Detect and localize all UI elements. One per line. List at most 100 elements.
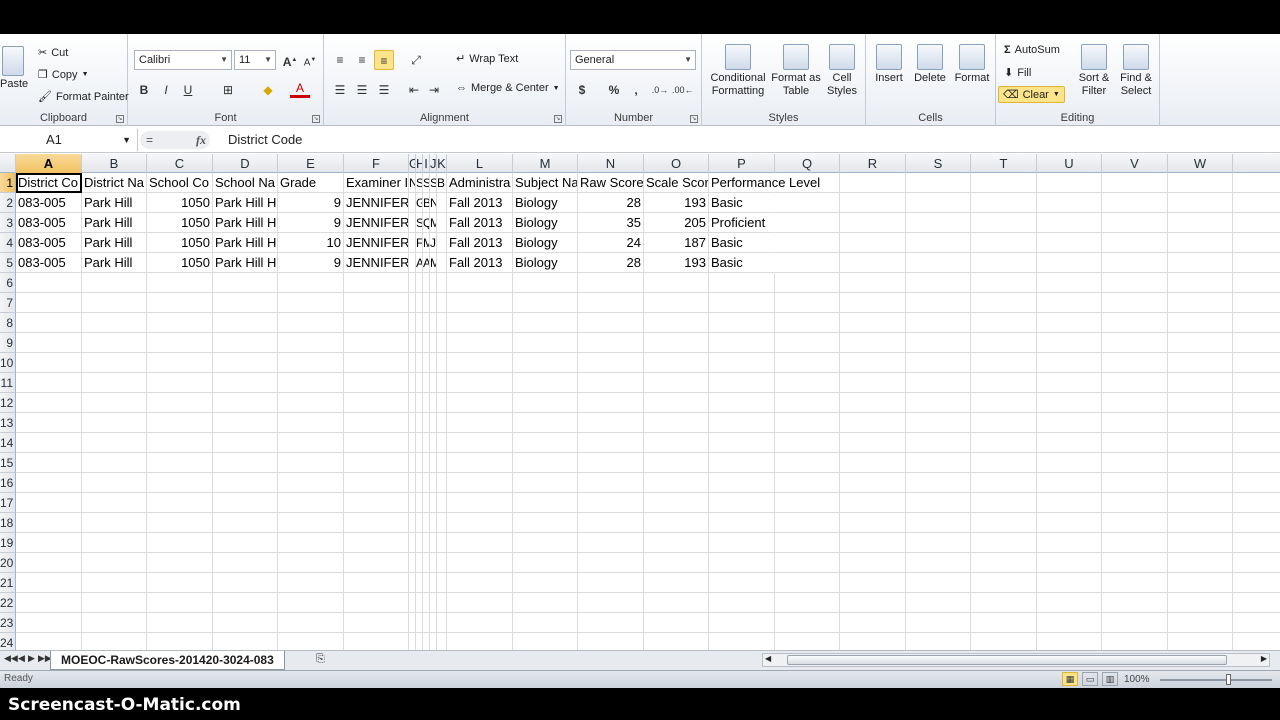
- data-cell[interactable]: Park Hill Hi: [213, 213, 278, 233]
- header-cell[interactable]: School Co: [147, 173, 213, 193]
- data-cell[interactable]: 083-005: [16, 213, 82, 233]
- header-cell[interactable]: B: [437, 173, 447, 193]
- clear-button[interactable]: ⌫ Clear ▼: [998, 86, 1065, 103]
- data-cell[interactable]: Park Hill Hi: [213, 193, 278, 213]
- column-header[interactable]: J: [430, 154, 437, 173]
- data-cell[interactable]: 083-005: [16, 193, 82, 213]
- zoom-slider[interactable]: [1160, 679, 1272, 681]
- font-size-select[interactable]: 11 ▼: [234, 50, 276, 70]
- data-cell[interactable]: 10: [278, 233, 344, 253]
- scroll-thumb[interactable]: [787, 655, 1227, 665]
- header-cell[interactable]: S: [423, 173, 430, 193]
- row-header[interactable]: 4: [0, 233, 16, 253]
- row-header[interactable]: 7: [0, 293, 16, 313]
- comma-button[interactable]: ,: [626, 80, 646, 100]
- fill-button[interactable]: ⬇ Fill: [1004, 66, 1031, 80]
- data-cell[interactable]: 9: [278, 253, 344, 273]
- row-header[interactable]: 1: [0, 173, 16, 193]
- data-cell[interactable]: G: [416, 193, 423, 213]
- data-cell[interactable]: M: [430, 213, 437, 233]
- data-cell[interactable]: Basic: [709, 233, 775, 253]
- data-cell[interactable]: Q: [423, 213, 430, 233]
- column-header[interactable]: W: [1168, 154, 1233, 173]
- worksheet-grid[interactable]: ABCDEFGHIJKLMNOPQRSTUVW 1234567891011121…: [0, 154, 1280, 650]
- row-header[interactable]: 11: [0, 373, 16, 393]
- decrease-decimal-icon[interactable]: .00←: [672, 80, 694, 100]
- data-cell[interactable]: 187: [644, 233, 709, 253]
- delete-button[interactable]: Delete: [910, 44, 950, 85]
- header-cell[interactable]: School Na: [213, 173, 278, 193]
- clipboard-launcher-icon[interactable]: ↘: [116, 115, 124, 123]
- horizontal-scrollbar[interactable]: ◀ ▶: [762, 653, 1270, 667]
- row-header[interactable]: 2: [0, 193, 16, 213]
- insert-function-button[interactable]: = fx: [140, 131, 210, 149]
- column-header[interactable]: K: [437, 154, 447, 173]
- data-cell[interactable]: Biology: [513, 253, 578, 273]
- page-layout-icon[interactable]: ▭: [1082, 672, 1098, 686]
- header-cell[interactable]: District Co: [16, 173, 82, 193]
- header-cell[interactable]: S: [430, 173, 437, 193]
- column-header[interactable]: L: [447, 154, 513, 173]
- select-all-corner[interactable]: [0, 154, 16, 173]
- next-sheet-icon[interactable]: ▶: [28, 653, 35, 664]
- sort-filter-button[interactable]: Sort & Filter: [1074, 44, 1114, 98]
- data-cell[interactable]: S: [416, 213, 423, 233]
- data-cell[interactable]: [437, 193, 447, 213]
- alignment-launcher-icon[interactable]: ↘: [554, 115, 562, 123]
- header-cell[interactable]: Examiner I: [344, 173, 409, 193]
- column-header[interactable]: N: [578, 154, 644, 173]
- data-cell[interactable]: Fall 2013: [447, 253, 513, 273]
- row-header[interactable]: 15: [0, 453, 16, 473]
- data-cell[interactable]: A: [416, 253, 423, 273]
- merge-center-button[interactable]: ⇔ Merge & Center ▼: [456, 82, 560, 94]
- first-sheet-icon[interactable]: ◀◀: [4, 653, 18, 664]
- grow-font-icon[interactable]: A▲: [280, 50, 300, 70]
- column-header[interactable]: U: [1037, 154, 1102, 173]
- data-cell[interactable]: [409, 233, 416, 253]
- data-cell[interactable]: [437, 253, 447, 273]
- format-painter-button[interactable]: 🖌 Format Painter: [38, 90, 129, 104]
- column-header[interactable]: O: [644, 154, 709, 173]
- number-format-select[interactable]: General ▼: [570, 50, 696, 70]
- percent-button[interactable]: %: [604, 80, 624, 100]
- data-cell[interactable]: M: [423, 233, 430, 253]
- header-cell[interactable]: Scale Scor: [644, 173, 709, 193]
- data-cell[interactable]: [409, 193, 416, 213]
- data-cell[interactable]: Biology: [513, 233, 578, 253]
- data-cell[interactable]: 193: [644, 193, 709, 213]
- row-header[interactable]: 9: [0, 333, 16, 353]
- formula-input[interactable]: District Code: [228, 131, 302, 149]
- column-header[interactable]: S: [906, 154, 971, 173]
- find-select-button[interactable]: Find & Select: [1116, 44, 1156, 98]
- data-cell[interactable]: N: [430, 193, 437, 213]
- data-cell[interactable]: [437, 233, 447, 253]
- header-cell[interactable]: Administra: [447, 173, 513, 193]
- italic-button[interactable]: I: [156, 80, 176, 100]
- decrease-indent-icon[interactable]: ⇤: [404, 80, 424, 100]
- data-cell[interactable]: Proficient: [709, 213, 775, 233]
- data-cell[interactable]: B: [423, 193, 430, 213]
- data-cell[interactable]: A: [423, 253, 430, 273]
- row-header[interactable]: 23: [0, 613, 16, 633]
- data-cell[interactable]: 205: [644, 213, 709, 233]
- column-header[interactable]: I: [423, 154, 430, 173]
- data-cell[interactable]: 083-005: [16, 253, 82, 273]
- data-cell[interactable]: 9: [278, 193, 344, 213]
- column-header[interactable]: G: [409, 154, 416, 173]
- data-cell[interactable]: F: [416, 233, 423, 253]
- row-header[interactable]: 18: [0, 513, 16, 533]
- row-header[interactable]: 24: [0, 633, 16, 650]
- row-header[interactable]: 19: [0, 533, 16, 553]
- data-cell[interactable]: Park Hill: [82, 253, 147, 273]
- shrink-font-icon[interactable]: A▼: [300, 50, 320, 70]
- number-launcher-icon[interactable]: ↘: [690, 115, 698, 123]
- data-cell[interactable]: Fall 2013: [447, 193, 513, 213]
- header-cell[interactable]: Grade: [278, 173, 344, 193]
- column-header[interactable]: Q: [775, 154, 840, 173]
- data-cell[interactable]: M: [430, 253, 437, 273]
- row-header[interactable]: 6: [0, 273, 16, 293]
- sheet-tab-active[interactable]: MOEOC-RawScores-201420-3024-083: [50, 651, 285, 670]
- row-header[interactable]: 20: [0, 553, 16, 573]
- header-cell[interactable]: S: [416, 173, 423, 193]
- autosum-button[interactable]: Σ AutoSum: [1004, 44, 1060, 56]
